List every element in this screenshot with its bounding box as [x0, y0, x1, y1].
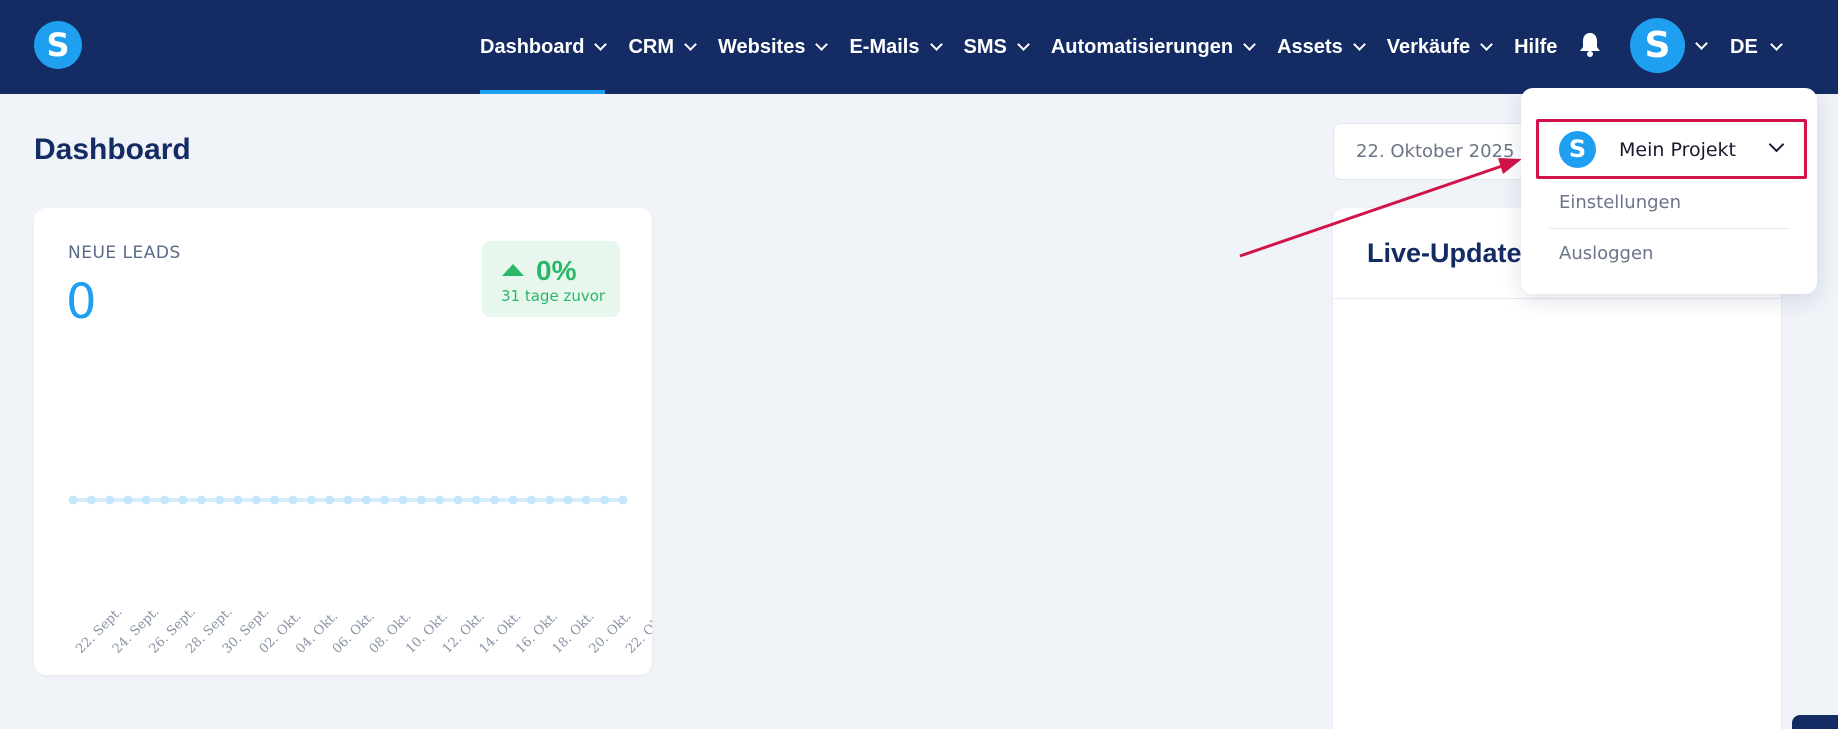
data-point[interactable]	[361, 495, 371, 505]
data-point[interactable]	[178, 495, 188, 505]
data-point[interactable]	[306, 495, 316, 505]
nav-item-label: SMS	[963, 35, 1007, 58]
data-point[interactable]	[325, 495, 335, 505]
nav-item-e-mails[interactable]: E-Mails	[849, 0, 943, 94]
data-point[interactable]	[160, 495, 170, 505]
data-point[interactable]	[398, 495, 408, 505]
nav-item-verk-ufe[interactable]: Verkäufe	[1386, 0, 1493, 94]
project-selector[interactable]: S Mein Projekt	[1536, 119, 1807, 179]
data-point[interactable]	[343, 495, 353, 505]
chevron-down-icon	[1016, 38, 1030, 51]
data-point[interactable]	[288, 495, 298, 505]
data-point[interactable]	[86, 495, 96, 505]
nav-item-label: Hilfe	[1514, 35, 1558, 58]
data-point[interactable]	[453, 495, 463, 505]
chevron-down-icon	[684, 38, 697, 51]
chevron-down-icon	[1480, 38, 1493, 51]
language-selector[interactable]: DE	[1730, 0, 1783, 94]
data-point[interactable]	[545, 495, 555, 505]
chevron-down-icon	[929, 38, 943, 51]
data-point[interactable]	[581, 495, 591, 505]
data-point[interactable]	[141, 495, 151, 505]
data-point[interactable]	[105, 495, 115, 505]
chevron-down-icon	[1243, 38, 1256, 51]
account-dropdown: S Mein Projekt Einstellungen Ausloggen	[1521, 88, 1817, 294]
menu-item-logout[interactable]: Ausloggen	[1559, 243, 1653, 264]
nav-item-dashboard[interactable]: Dashboard	[480, 0, 608, 94]
nav-item-sms[interactable]: SMS	[963, 0, 1030, 94]
data-point[interactable]	[68, 495, 78, 505]
data-point[interactable]	[618, 495, 628, 505]
chevron-down-icon	[594, 38, 608, 51]
data-point[interactable]	[508, 495, 518, 505]
data-point[interactable]	[471, 495, 481, 505]
data-point[interactable]	[435, 495, 445, 505]
nav-item-assets[interactable]: Assets	[1277, 0, 1366, 94]
nav-item-label: Automatisierungen	[1050, 35, 1234, 58]
nav-item-label: Verkäufe	[1386, 35, 1471, 58]
data-point[interactable]	[215, 495, 225, 505]
divider	[1333, 298, 1781, 299]
data-point[interactable]	[416, 495, 426, 505]
menu-item-settings[interactable]: Einstellungen	[1559, 192, 1681, 213]
data-point[interactable]	[563, 495, 573, 505]
project-logo: S	[1559, 131, 1596, 168]
nav-item-label: Assets	[1277, 35, 1343, 58]
chevron-down-icon	[1768, 136, 1785, 153]
new-leads-card: NEUE LEADS 0 0% 31 tage zuvor 22. Sept. 2…	[34, 208, 652, 675]
data-point[interactable]	[233, 495, 243, 505]
data-point[interactable]	[600, 495, 610, 505]
data-point[interactable]	[123, 495, 133, 505]
main-nav: Dashboard CRM Websites E-Mails SMS Automatisi…	[480, 0, 1580, 94]
data-point[interactable]	[526, 495, 536, 505]
live-updates-title: Live-Updates	[1367, 238, 1537, 268]
divider	[1549, 228, 1789, 229]
language-label: DE	[1730, 35, 1758, 58]
project-name: Mein Projekt	[1619, 139, 1737, 161]
data-point[interactable]	[251, 495, 261, 505]
chevron-down-icon	[1352, 38, 1366, 51]
nav-item-automatisierungen[interactable]: Automatisierungen	[1050, 0, 1256, 94]
nav-item-hilfe[interactable]: Hilfe	[1514, 0, 1557, 94]
top-navbar: S Dashboard CRM Websites E-Mails SMS Automati…	[0, 0, 1838, 94]
nav-item-label: CRM	[628, 35, 675, 58]
nav-item-label: E-Mails	[849, 35, 920, 58]
nav-item-crm[interactable]: CRM	[628, 0, 697, 94]
bell-icon[interactable]	[1578, 31, 1602, 57]
data-point[interactable]	[196, 495, 206, 505]
app-logo[interactable]: S	[34, 21, 82, 69]
nav-item-label: Websites	[718, 35, 806, 58]
chevron-down-icon	[815, 38, 829, 51]
chat-button[interactable]	[1792, 715, 1838, 729]
page-title: Dashboard	[34, 133, 191, 166]
data-point[interactable]	[380, 495, 390, 505]
nav-item-websites[interactable]: Websites	[718, 0, 829, 94]
chevron-down-icon	[1769, 38, 1783, 51]
data-point[interactable]	[490, 495, 500, 505]
data-point[interactable]	[270, 495, 280, 505]
leads-line-chart: 22. Sept.24. Sept.26. Sept.28. Sept.30. …	[68, 495, 652, 657]
nav-item-label: Dashboard	[480, 35, 585, 58]
user-avatar[interactable]: S	[1630, 18, 1685, 73]
chevron-down-icon[interactable]	[1695, 37, 1708, 50]
